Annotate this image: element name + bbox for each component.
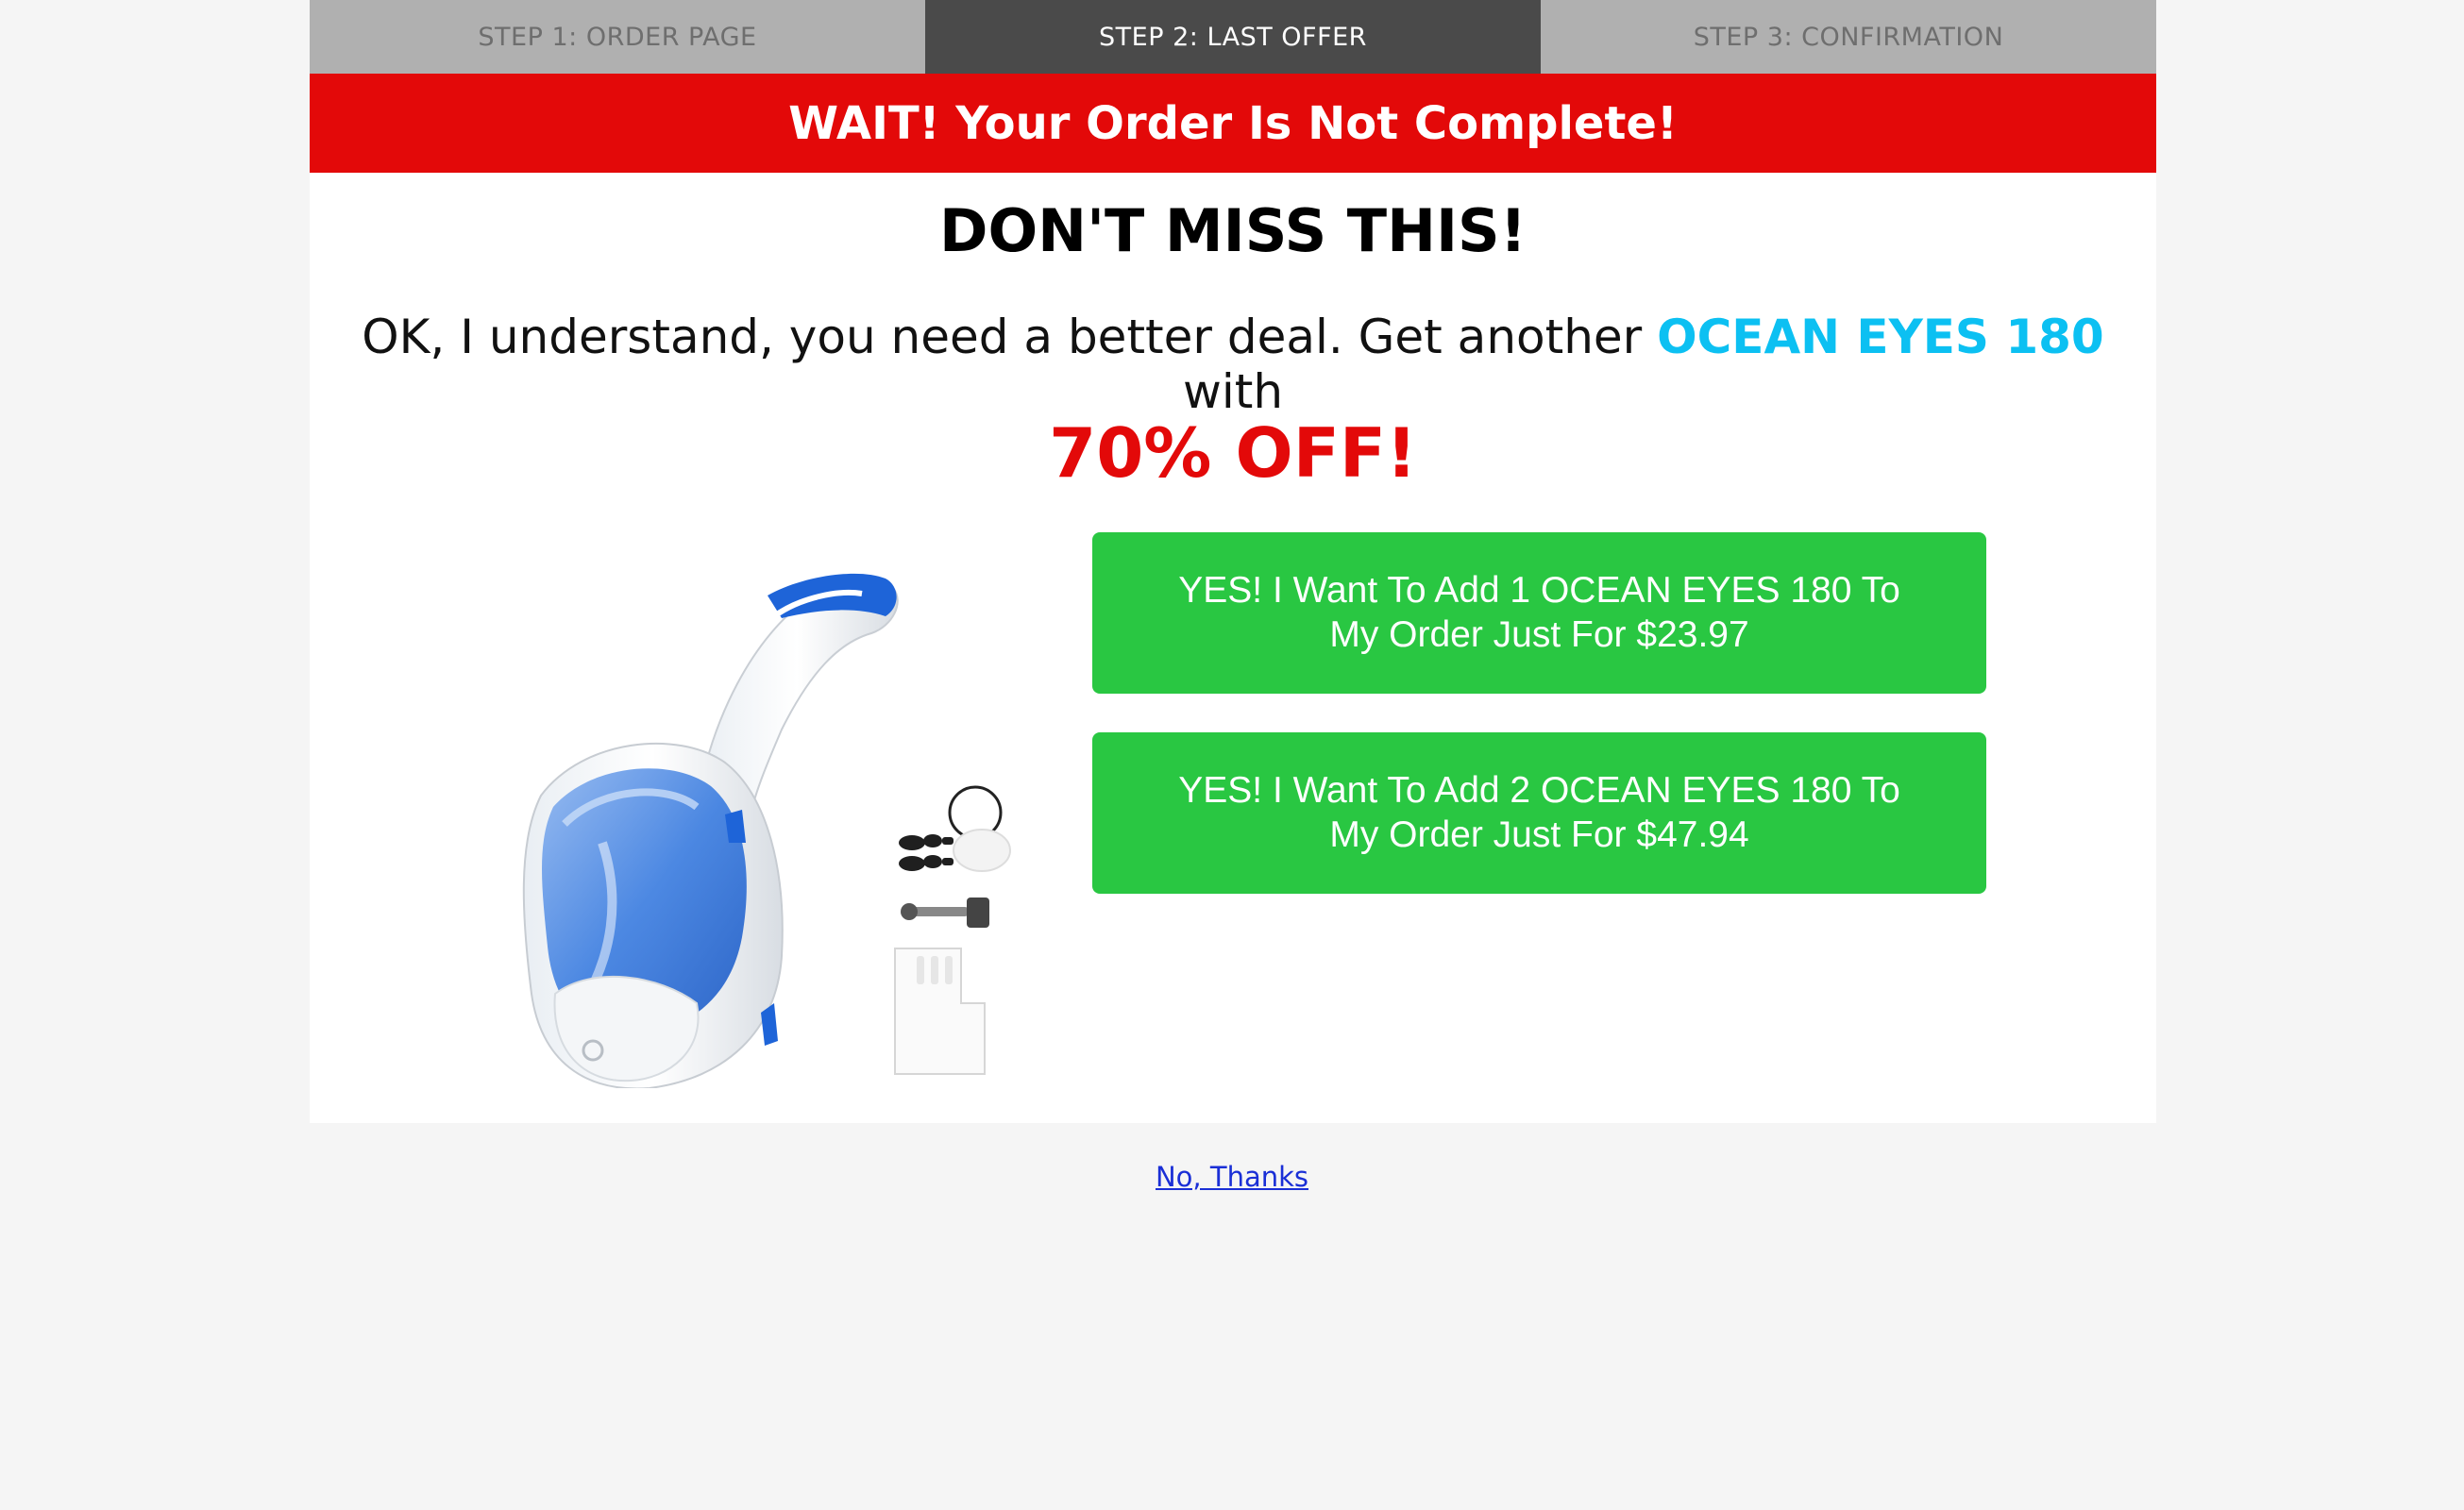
snorkel-mask-icon [522,573,899,1088]
add-2-items-button[interactable]: YES! I Want To Add 2 OCEAN EYES 180 To M… [1092,732,1986,894]
subline-prefix: OK, I understand, you need a better deal… [362,310,1658,364]
step-order-page: STEP 1: ORDER PAGE [310,0,925,74]
product-name: OCEAN EYES 180 [1657,310,2104,364]
warning-banner-text: WAIT! Your Order Is Not Complete! [788,96,1678,150]
discount-text: 70% OFF! [1049,413,1417,493]
accessories-icon [894,785,1011,1075]
subline-suffix: with [1182,364,1284,419]
step-last-offer: STEP 2: LAST OFFER [925,0,1541,74]
add-1-item-button[interactable]: YES! I Want To Add 1 OCEAN EYES 180 To M… [1092,532,1986,694]
offer-subline: OK, I understand, you need a better deal… [310,310,2156,419]
warning-banner: WAIT! Your Order Is Not Complete! [310,74,2156,173]
decline-row: No, Thanks [0,1161,2464,1193]
step-confirmation: STEP 3: CONFIRMATION [1541,0,2156,74]
offer-card: DON'T MISS THIS! OK, I understand, you n… [310,173,2156,1123]
progress-steps: STEP 1: ORDER PAGE STEP 2: LAST OFFER ST… [310,0,2156,74]
no-thanks-link[interactable]: No, Thanks [1156,1161,1308,1193]
page-headline: DON'T MISS THIS! [939,196,1527,265]
page-container: STEP 1: ORDER PAGE STEP 2: LAST OFFER ST… [310,0,2156,1123]
